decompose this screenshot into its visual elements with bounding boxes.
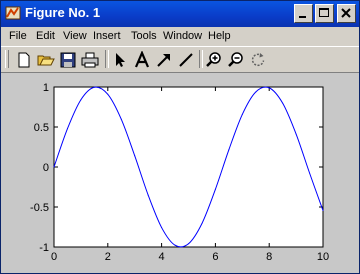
data-point <box>174 244 176 246</box>
menu-insert[interactable]: Insert <box>93 30 121 42</box>
data-point <box>134 155 136 157</box>
y-tick-label: -1 <box>39 242 49 254</box>
y-tick-label: -0.5 <box>30 202 49 214</box>
minimize-icon <box>299 16 306 18</box>
insert-arrow-icon <box>157 54 170 67</box>
close-button[interactable] <box>337 4 356 23</box>
y-tick-label: 1 <box>43 82 49 94</box>
menu-edit[interactable]: Edit <box>36 30 55 42</box>
menu-window[interactable]: Window <box>163 30 202 42</box>
data-point <box>120 118 122 120</box>
new-figure-icon <box>18 52 30 68</box>
rotate-icon <box>251 53 265 67</box>
data-point <box>309 172 311 174</box>
minimize-button[interactable] <box>294 4 313 23</box>
zoom-in-icon <box>206 52 221 67</box>
toolbar-grip[interactable] <box>5 50 9 68</box>
menu-help[interactable]: Help <box>208 30 231 42</box>
title-bar[interactable]: Figure No. 1 <box>1 1 359 27</box>
insert-line-button[interactable] <box>177 51 195 69</box>
data-point <box>53 166 55 168</box>
x-tick-label: 2 <box>105 251 111 263</box>
save-button[interactable] <box>59 51 77 69</box>
data-point <box>188 243 189 245</box>
data-point <box>107 93 109 95</box>
menu-bar: File Edit View Insert Tools Window Help <box>1 27 359 46</box>
print-icon <box>81 52 99 68</box>
menu-file[interactable]: File <box>9 30 27 42</box>
sine-plot: 0 2 4 6 8 10 1 0.5 0 -0.5 -1 <box>30 82 329 263</box>
y-tick-label: 0.5 <box>34 122 49 134</box>
maximize-button[interactable] <box>315 4 334 23</box>
toolbar-separator <box>105 50 109 68</box>
insert-text-button[interactable] <box>133 51 151 69</box>
data-point <box>93 86 95 88</box>
x-tick-label: 0 <box>51 251 57 263</box>
x-tick-label: 4 <box>159 251 165 263</box>
data-point <box>295 133 297 135</box>
select-arrow-icon <box>116 53 125 67</box>
zoom-out-icon <box>228 52 243 67</box>
data-point <box>282 102 284 104</box>
save-icon <box>60 52 76 68</box>
insert-text-icon <box>134 51 150 68</box>
close-icon <box>341 8 351 18</box>
data-point <box>201 222 203 224</box>
data-point <box>161 227 163 229</box>
data-point <box>255 91 257 93</box>
menu-tools[interactable]: Tools <box>131 30 157 42</box>
toolbar-separator <box>199 50 203 68</box>
data-point <box>228 149 230 151</box>
figure-window: Figure No. 1 File Edit View Insert Tools… <box>0 0 360 274</box>
window-title: Figure No. 1 <box>25 5 101 20</box>
data-point <box>214 188 216 190</box>
data-point <box>241 113 243 115</box>
open-file-icon <box>37 55 55 66</box>
y-tick-label: 0 <box>43 162 49 174</box>
rotate-button[interactable] <box>249 51 267 69</box>
data-point <box>66 128 68 130</box>
data-point <box>322 210 324 212</box>
new-figure-button[interactable] <box>15 51 33 69</box>
data-point <box>268 87 270 89</box>
maximize-icon <box>319 8 329 17</box>
figure-canvas: 0 2 4 6 8 10 1 0.5 0 -0.5 -1 <box>1 73 359 273</box>
print-button[interactable] <box>81 51 99 69</box>
select-arrow-button[interactable] <box>111 51 129 69</box>
menu-view[interactable]: View <box>63 30 87 42</box>
axes-background <box>53 86 324 248</box>
x-tick-label: 10 <box>317 251 329 263</box>
zoom-in-button[interactable] <box>205 51 223 69</box>
open-file-button[interactable] <box>37 51 55 69</box>
insert-line-icon <box>179 53 193 67</box>
x-tick-label: 6 <box>212 251 218 263</box>
data-point <box>147 194 149 196</box>
matlab-figure-icon <box>5 6 21 20</box>
x-tick-label: 8 <box>266 251 272 263</box>
data-point <box>80 99 82 101</box>
insert-arrow-button[interactable] <box>155 51 173 69</box>
figure-toolbar <box>1 46 359 73</box>
zoom-out-button[interactable] <box>227 51 245 69</box>
